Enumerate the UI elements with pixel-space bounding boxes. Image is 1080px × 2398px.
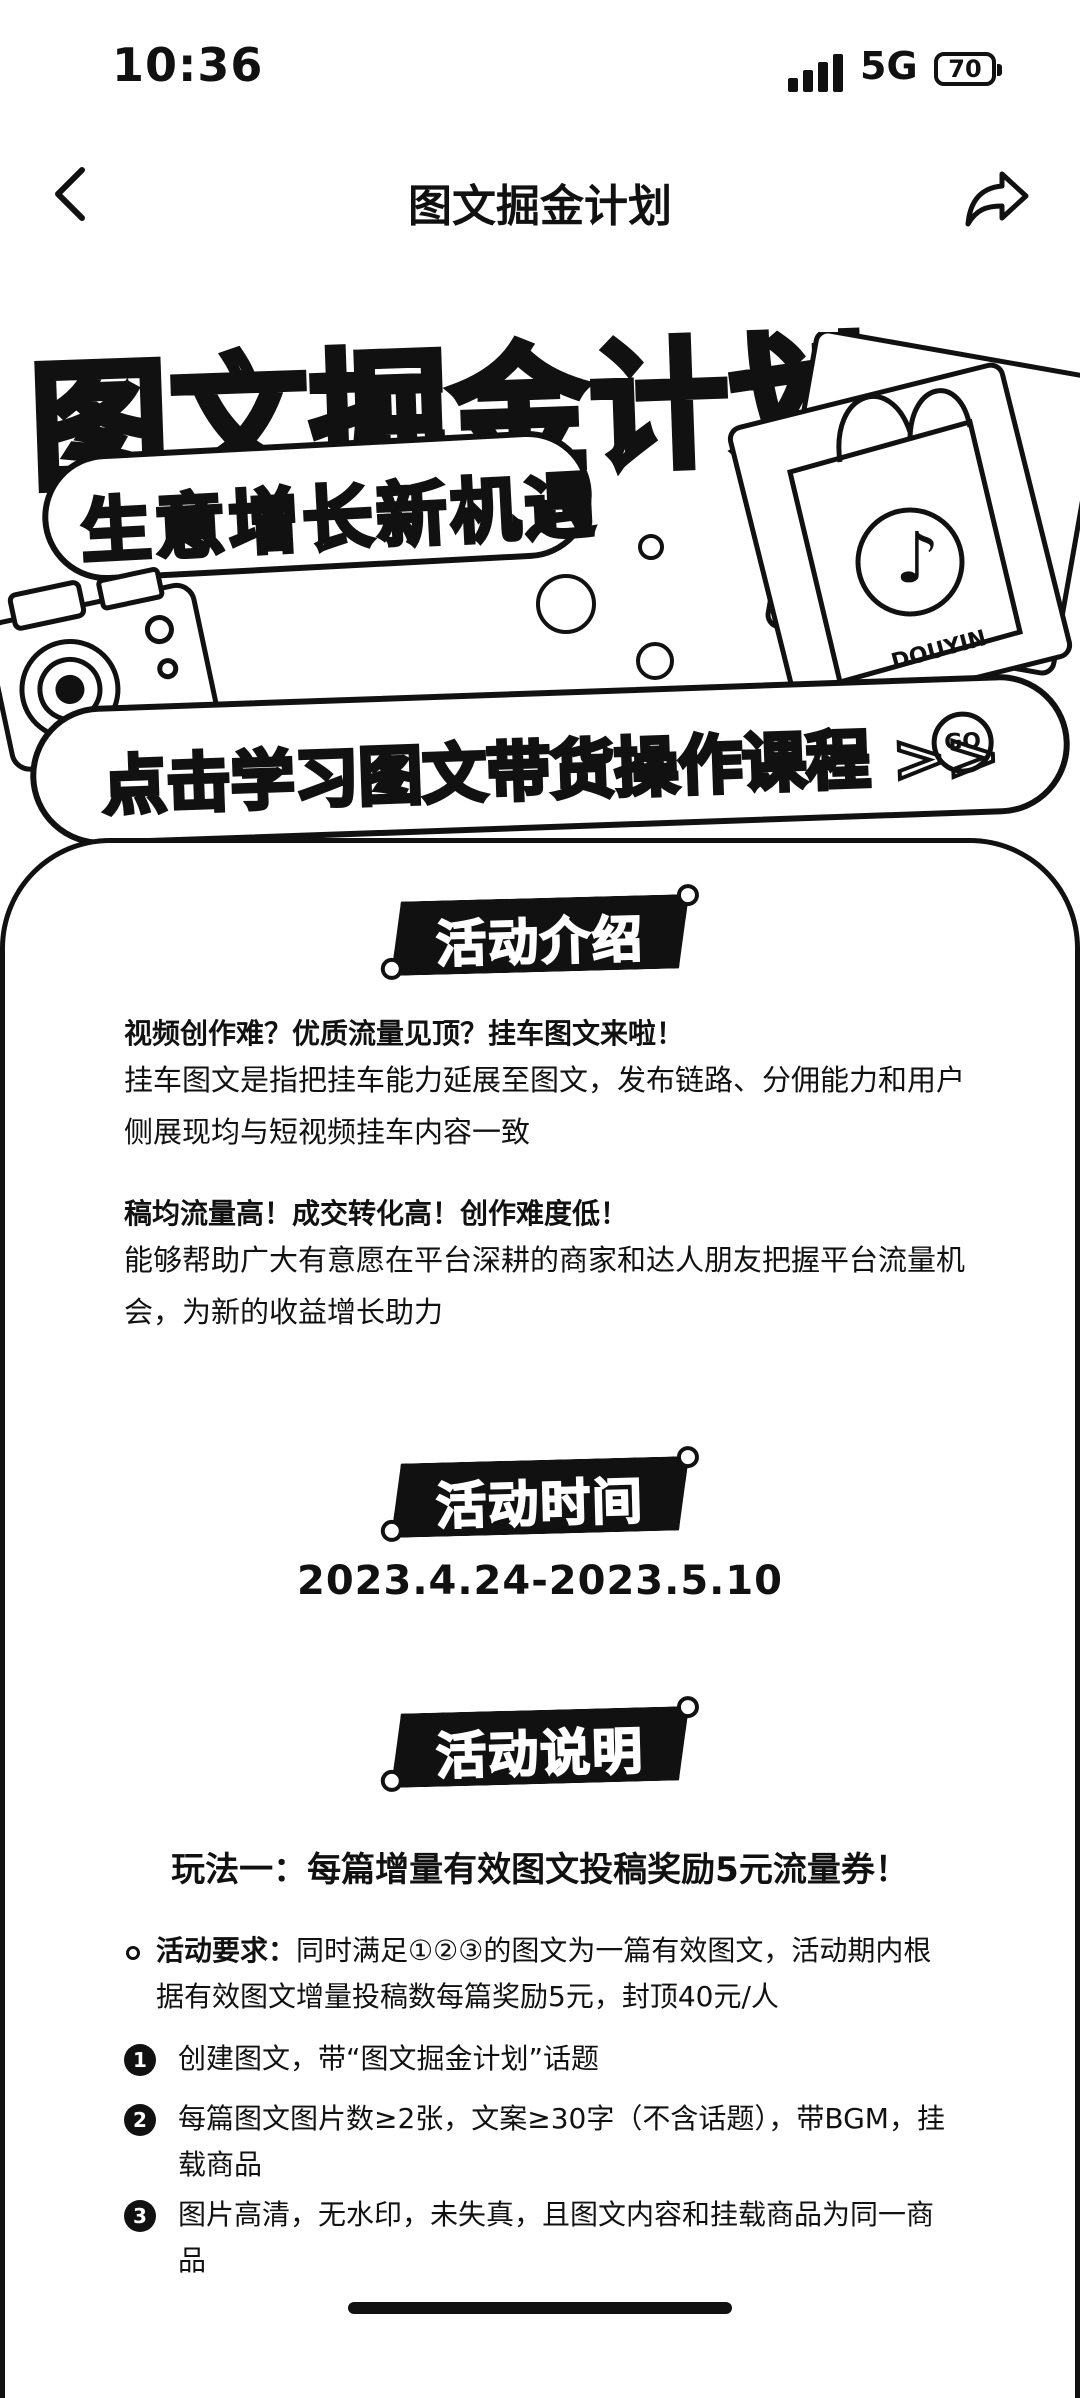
step-number-3: 3 [124, 2200, 156, 2232]
step-1-text: 创建图文，带“图文掘金计划”话题 [178, 2042, 600, 2075]
status-bar: 10:36 5G 70 [0, 0, 1080, 140]
play-one-title: 玩法一：每篇增量有效图文投稿奖励5元流量券！ [171, 1850, 909, 1890]
time-badge: 活动时间 [380, 1445, 700, 1543]
bubble-decoration [638, 534, 664, 560]
hero-banner: 图文掘金计划 生意增长新机遇 ♪ DOUYIN 点击学习图文带货操作课程 >> … [0, 262, 1080, 862]
page-title: 图文掘金计划 [408, 181, 672, 232]
bubble-decoration [636, 642, 674, 680]
home-indicator[interactable] [348, 2302, 732, 2314]
signal-icon [788, 52, 846, 92]
intro-body-1: 挂车图文是指把挂车能力延展至图文，发布链路、分佣能力和用户侧展现均与短视频挂车内… [124, 1063, 966, 1149]
intro-body-2: 能够帮助广大有意愿在平台深耕的商家和达人朋友把握平台流量机会，为新的收益增长助力 [124, 1243, 966, 1329]
step-number-2: 2 [124, 2104, 156, 2136]
step-number-1: 1 [124, 2044, 156, 2076]
intro-badge-label: 活动介绍 [434, 909, 645, 974]
status-time: 10:36 [112, 38, 264, 92]
douyin-logo-icon: ♪ [895, 517, 940, 599]
share-icon [965, 171, 1029, 227]
bubble-decoration [536, 574, 596, 634]
step-2-text: 每篇图文图片数≥2张，文案≥30字（不含话题），带BGM，挂载商品 [178, 2102, 945, 2181]
intro-heading-1: 视频创作难？优质流量见顶？挂车图文来啦！ [124, 1017, 685, 1050]
step-3-text: 图片高清，无水印，未失真，且图文内容和挂载商品为同一商品 [178, 2198, 935, 2277]
network-type: 5G [860, 44, 918, 88]
activity-date-range: 2023.4.24-2023.5.10 [296, 1558, 784, 1604]
time-badge-label: 活动时间 [434, 1471, 645, 1536]
battery-icon: 70 [934, 52, 1002, 86]
cta-label: 点击学习图文带货操作课程 >> [99, 717, 1003, 826]
requirement-text: 活动要求：同时满足①②③的图文为一篇有效图文，活动期内根据有效图文增量投稿数每篇… [156, 1928, 956, 2020]
rules-badge-label: 活动说明 [434, 1721, 645, 1786]
rules-badge: 活动说明 [380, 1695, 700, 1793]
bullet-icon [126, 1946, 140, 1960]
intro-badge: 活动介绍 [380, 883, 700, 981]
nav-bar: 图文掘金计划 [0, 140, 1080, 262]
requirement-label: 活动要求： [156, 1934, 297, 1967]
intro-heading-2: 稿均流量高！成交转化高！创作难度低！ [124, 1197, 629, 1230]
share-button[interactable] [962, 168, 1032, 230]
